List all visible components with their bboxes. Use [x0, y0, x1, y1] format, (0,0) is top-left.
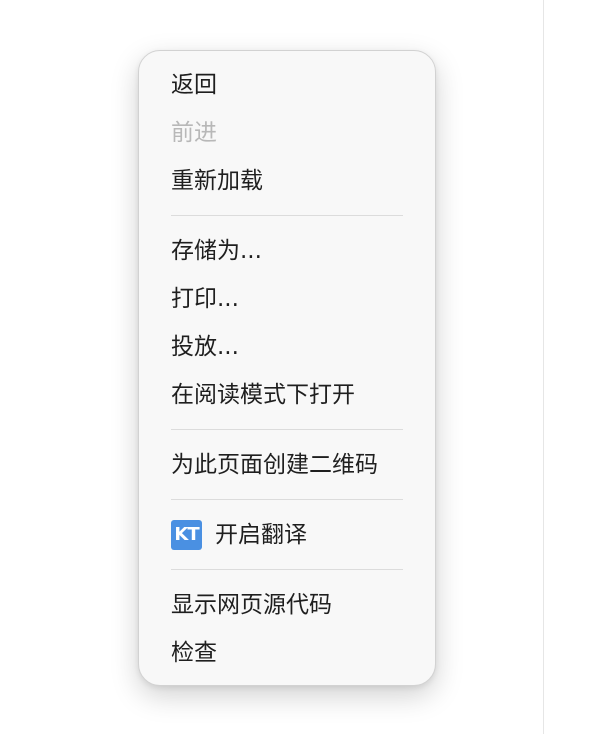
menu-separator: [171, 569, 403, 570]
menu-item-translate[interactable]: KT 开启翻译: [139, 511, 435, 559]
page-edge-divider: [543, 0, 544, 734]
menu-item-save-as[interactable]: 存储为...: [139, 227, 435, 275]
context-menu: 返回 前进 重新加载 存储为... 打印... 投放... 在阅读模式下打开 为…: [138, 50, 436, 686]
menu-item-view-source[interactable]: 显示网页源代码: [139, 581, 435, 629]
menu-separator: [171, 215, 403, 216]
kt-translate-icon: KT: [171, 520, 202, 550]
menu-item-forward: 前进: [171, 120, 217, 146]
menu-separator: [171, 429, 403, 430]
menu-item-back[interactable]: 返回: [139, 61, 435, 109]
menu-item-reload[interactable]: 重新加载: [139, 157, 435, 205]
browser-page: 返回 前进 重新加载 存储为... 打印... 投放... 在阅读模式下打开 为…: [0, 0, 608, 734]
menu-item-inspect[interactable]: 检查: [139, 629, 435, 677]
menu-item-qr-code[interactable]: 为此页面创建二维码: [139, 441, 435, 489]
menu-item-print[interactable]: 打印...: [139, 275, 435, 323]
menu-separator: [171, 499, 403, 500]
menu-item-cast[interactable]: 投放...: [139, 323, 435, 371]
menu-item-reader-mode[interactable]: 在阅读模式下打开: [139, 371, 435, 419]
menu-item-translate-label: 开启翻译: [215, 522, 307, 548]
